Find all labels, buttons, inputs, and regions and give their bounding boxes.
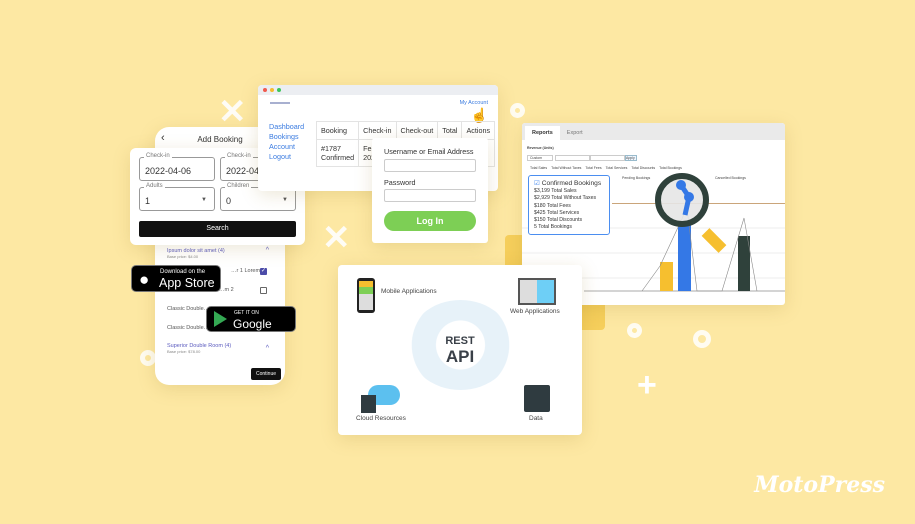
room-item[interactable]: Classic Double… [167, 325, 209, 331]
nav-bookings[interactable]: Bookings [269, 132, 304, 142]
login-form: Username or Email Address Password Log I… [372, 138, 488, 243]
magnifier-icon [655, 173, 709, 227]
checkin-field[interactable]: Check-in 2022-04-06 [139, 153, 215, 181]
nav-account[interactable]: Account [269, 142, 304, 152]
database-icon [524, 385, 550, 412]
room-checkbox[interactable]: ✓ [260, 268, 267, 275]
range-select[interactable]: Custom [527, 155, 553, 161]
nav-dashboard[interactable]: Dashboard [269, 122, 304, 132]
mobile-icon [357, 278, 375, 313]
room-item[interactable]: …m 2 [219, 287, 234, 293]
web-app-icon [518, 278, 556, 305]
checkbox-checked-icon: ☑ [534, 180, 540, 187]
tab-export[interactable]: Export [560, 126, 590, 140]
chevron-up-icon[interactable]: ^ [266, 345, 269, 352]
chart-bar [738, 236, 750, 291]
plus-decor: + [637, 366, 657, 404]
date-from[interactable] [555, 155, 590, 161]
rest-api-card: REST API Mobile Applications Web Applica… [338, 265, 582, 435]
room-item[interactable]: Superior Double Room (4) Base price: $78.… [167, 343, 231, 354]
chevron-up-icon[interactable]: ^ [266, 247, 269, 254]
password-input[interactable] [384, 189, 476, 202]
ring-decor [510, 103, 525, 118]
ring-decor [627, 323, 642, 338]
x-decor: ✕ [218, 93, 247, 131]
google-play-badge[interactable]: GET IT ON Google Play [206, 306, 296, 345]
play-icon [214, 311, 227, 327]
show-options: Total Sales Total Without Taxes Total Fees… [530, 166, 682, 170]
motopress-logo: MotoPress [754, 472, 885, 498]
search-button[interactable]: Search [139, 221, 296, 237]
room-item[interactable]: …r 1 Lorem [231, 268, 260, 274]
account-nav: Dashboard Bookings Account Logout [269, 122, 304, 162]
room-item[interactable]: Ipsum dolor sit amet (4) Base price: $4.0… [167, 248, 225, 259]
ring-decor [140, 350, 156, 366]
login-button[interactable]: Log In [384, 211, 476, 231]
my-account-link[interactable]: My Account [460, 100, 488, 106]
nav-logout[interactable]: Logout [269, 152, 304, 162]
apple-icon: ● [139, 270, 150, 289]
apply-button[interactable]: Apply [625, 155, 637, 161]
dropdown-arrow-icon: ▼ [282, 197, 288, 203]
tab-reports[interactable]: Reports [525, 126, 560, 140]
confirmed-bookings-tooltip: ☑ Confirmed Bookings $3,199 Total Sales … [528, 175, 610, 235]
chart-bar [660, 262, 673, 291]
date-to[interactable] [590, 155, 625, 161]
app-store-badge[interactable]: ● Download on the App Store [131, 265, 221, 292]
room-checkbox[interactable] [260, 287, 267, 294]
adults-select[interactable]: Adults 1 ▼ [139, 183, 215, 211]
username-input[interactable] [384, 159, 476, 172]
dropdown-arrow-icon: ▼ [201, 197, 207, 203]
ring-decor [693, 330, 711, 348]
room-item[interactable]: Classic Double… [167, 306, 209, 312]
x-decor: ✕ [322, 219, 351, 257]
continue-button[interactable]: Continue [250, 368, 281, 380]
chart-bar [678, 223, 691, 291]
server-icon [361, 395, 376, 413]
